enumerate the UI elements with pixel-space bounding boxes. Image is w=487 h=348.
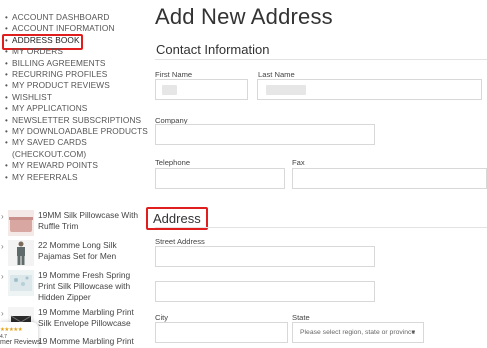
bullet-icon: • bbox=[5, 58, 8, 68]
chevron-right-icon: › bbox=[1, 309, 4, 318]
bullet-icon: • bbox=[5, 47, 8, 57]
product-name[interactable]: 22 Momme Long Silk Pajamas Set for Men bbox=[38, 240, 144, 262]
bullet-icon: • bbox=[5, 13, 8, 22]
company-field[interactable] bbox=[155, 124, 375, 145]
city-label: City bbox=[155, 313, 169, 322]
bullet-icon: • bbox=[5, 115, 8, 125]
reviews-label: mer Reviews bbox=[0, 339, 41, 346]
nav-item-label: MY SAVED CARDS (CHECKOUT.COM) bbox=[12, 137, 87, 159]
bullet-icon: • bbox=[5, 104, 8, 114]
nav-item-label: ADDRESS BOOK bbox=[12, 34, 80, 45]
chevron-right-icon: › bbox=[1, 272, 4, 281]
nav-item-my-downloadable-products[interactable]: • MY DOWNLOADABLE PRODUCTS bbox=[4, 126, 154, 137]
redacted-value bbox=[162, 85, 177, 95]
bullet-icon: • bbox=[5, 161, 8, 171]
nav-item-wishlist[interactable]: • WISHLIST bbox=[4, 92, 154, 103]
nav-item-label: WISHLIST bbox=[12, 91, 52, 102]
nav-item-label: ACCOUNT DASHBOARD bbox=[12, 12, 110, 22]
section-divider bbox=[155, 227, 487, 228]
nav-item-label: NEWSLETTER SUBSCRIPTIONS bbox=[12, 114, 142, 125]
nav-item-account-dashboard[interactable]: • ACCOUNT DASHBOARD bbox=[4, 12, 154, 23]
nav-item-label: MY DOWNLOADABLE PRODUCTS bbox=[12, 126, 148, 137]
last-name-label: Last Name bbox=[258, 70, 295, 79]
bullet-icon: • bbox=[5, 138, 8, 148]
chevron-right-icon: › bbox=[1, 212, 4, 221]
product-thumbnail[interactable] bbox=[8, 240, 34, 266]
first-name-field[interactable] bbox=[155, 79, 248, 100]
nav-item-address-book[interactable]: • ADDRESS BOOK bbox=[2, 33, 154, 51]
first-name-label: First Name bbox=[155, 70, 193, 79]
star-rating-icon: ★★★★★ bbox=[0, 327, 23, 333]
state-select[interactable]: Please select region, state or province … bbox=[292, 322, 424, 343]
product-name[interactable]: 19 Momme Marbling Print Silk bbox=[38, 336, 144, 348]
page-title: Add New Address bbox=[155, 4, 333, 29]
nav-item-newsletter-subscriptions[interactable]: • NEWSLETTER SUBSCRIPTIONS bbox=[4, 115, 154, 126]
nav-item-my-product-reviews[interactable]: • MY PRODUCT REVIEWS bbox=[4, 80, 154, 91]
nav-item-my-saved-cards[interactable]: • MY SAVED CARDS (CHECKOUT.COM) bbox=[4, 137, 114, 160]
nav-item-label: BILLING AGREEMENTS bbox=[12, 57, 106, 68]
product-name[interactable]: 19 Momme Marbling Print Silk Envelope Pi… bbox=[38, 307, 144, 329]
bullet-icon: • bbox=[5, 127, 8, 137]
product-name[interactable]: 19 Momme Fresh Spring Print Silk Pillowc… bbox=[38, 270, 144, 303]
nav-item-label: MY REWARD POINTS bbox=[12, 160, 98, 171]
nav-item-label: MY PRODUCT REVIEWS bbox=[12, 80, 110, 91]
nav-item-label: ACCOUNT INFORMATION bbox=[12, 23, 115, 34]
street-address-label: Street Address bbox=[155, 237, 205, 246]
nav-item-billing-agreements[interactable]: • BILLING AGREEMENTS bbox=[4, 58, 154, 69]
nav-item-my-reward-points[interactable]: • MY REWARD POINTS bbox=[4, 160, 154, 171]
customer-reviews-badge[interactable]: ★★★★★ 4.7 mer Reviews bbox=[0, 322, 41, 348]
account-nav: • ACCOUNT DASHBOARD • ACCOUNT INFORMATIO… bbox=[2, 12, 154, 183]
last-name-field[interactable] bbox=[257, 79, 482, 100]
telephone-label: Telephone bbox=[155, 158, 191, 167]
nav-item-recurring-profiles[interactable]: • RECURRING PROFILES bbox=[4, 69, 154, 80]
state-label: State bbox=[292, 313, 310, 322]
nav-item-label: MY REFERRALS bbox=[12, 171, 78, 182]
nav-item-my-orders[interactable]: • MY ORDERS bbox=[4, 46, 154, 57]
bullet-icon: • bbox=[5, 81, 8, 91]
redacted-value bbox=[266, 85, 306, 95]
chevron-right-icon: › bbox=[1, 242, 4, 251]
nav-item-label: MY APPLICATIONS bbox=[12, 103, 88, 114]
nav-item-label: MY ORDERS bbox=[12, 46, 63, 57]
section-divider bbox=[155, 59, 487, 60]
nav-item-label: RECURRING PROFILES bbox=[12, 69, 108, 80]
street-address-line-1[interactable] bbox=[155, 246, 375, 267]
bullet-icon: • bbox=[5, 92, 8, 102]
product-name[interactable]: 19MM Silk Pillowcase With Ruffle Trim bbox=[38, 210, 144, 232]
telephone-field[interactable] bbox=[155, 168, 285, 189]
fax-field[interactable] bbox=[292, 168, 487, 189]
contact-information-heading: Contact Information bbox=[156, 42, 270, 57]
bullet-icon: • bbox=[5, 35, 8, 45]
street-address-line-2[interactable] bbox=[155, 281, 375, 302]
city-field[interactable] bbox=[155, 322, 288, 343]
bullet-icon: • bbox=[5, 70, 8, 80]
chevron-down-icon: ▾ bbox=[411, 329, 415, 336]
state-select-value: Please select region, state or province bbox=[300, 329, 416, 336]
nav-item-my-referrals[interactable]: • MY REFERRALS bbox=[4, 172, 154, 183]
nav-item-my-applications[interactable]: • MY APPLICATIONS bbox=[4, 103, 154, 114]
product-thumbnail[interactable] bbox=[8, 270, 34, 296]
bullet-icon: • bbox=[5, 172, 8, 182]
product-thumbnail[interactable] bbox=[8, 210, 34, 236]
fax-label: Fax bbox=[292, 158, 305, 167]
